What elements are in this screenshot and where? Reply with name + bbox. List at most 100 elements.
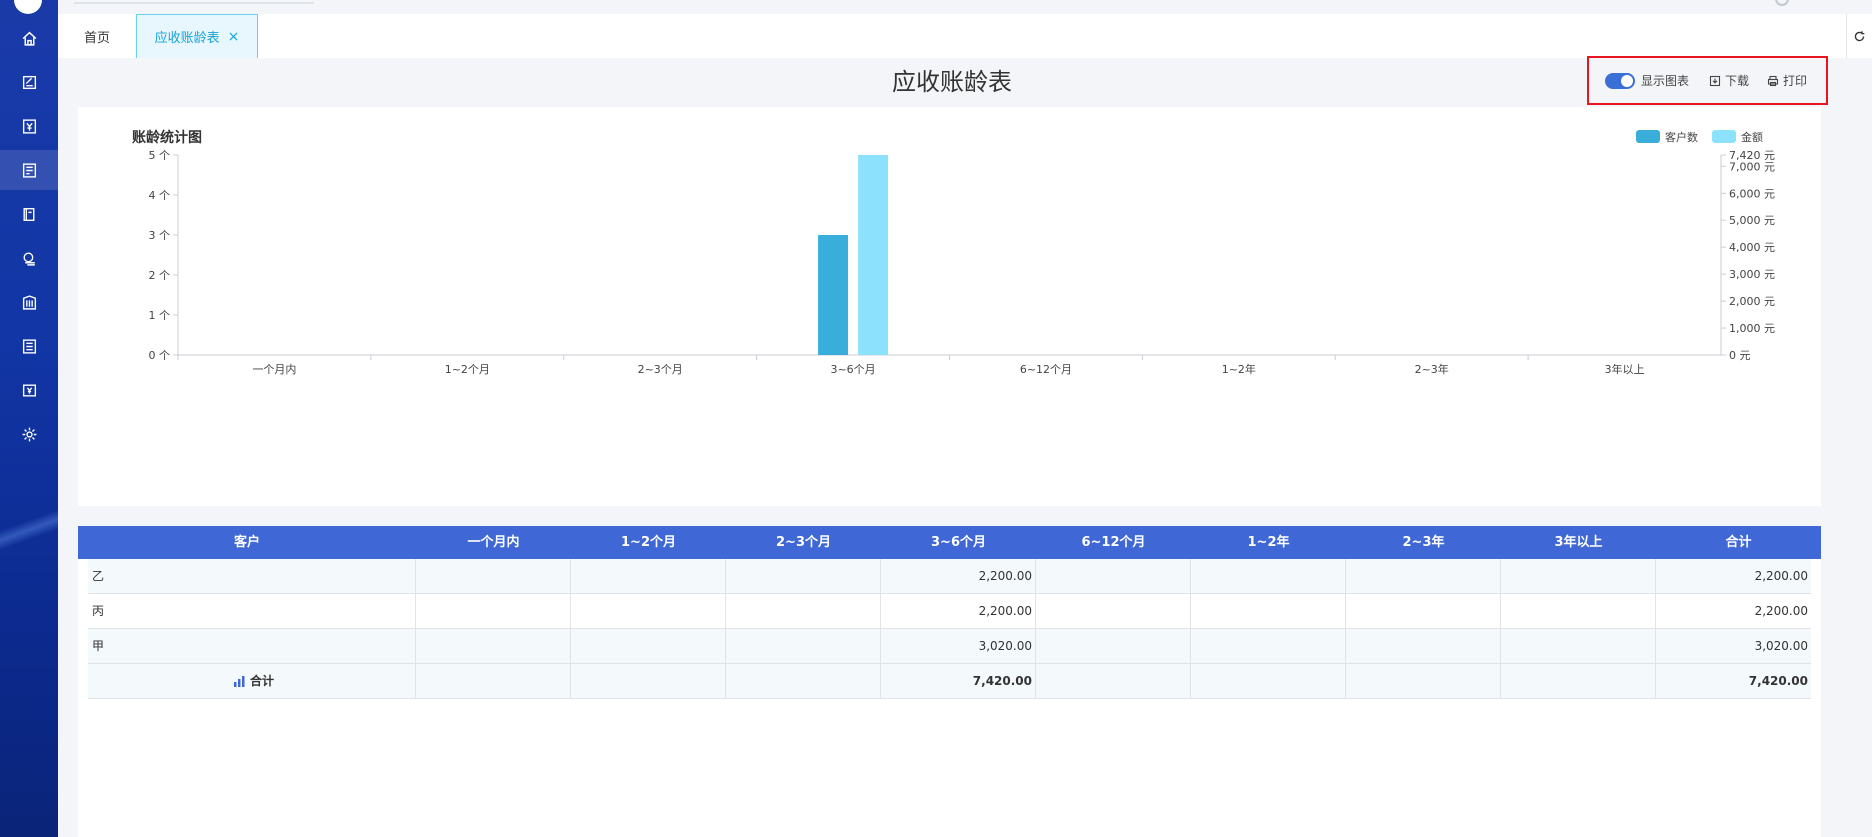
book-icon [22,207,34,221]
nav-bank[interactable] [0,282,58,322]
right-tick-label: 7,420 元 [1729,149,1775,162]
table-row[interactable]: 甲 3,020.00 3,020.00 [88,629,1811,664]
column-header[interactable]: 3年以上 [1501,526,1656,559]
amount-cell [571,594,726,629]
x-tick-label: 1~2年 [1222,362,1256,376]
left-tick-label: 1 个 [149,309,171,322]
amount-cell: 7,420.00 [1748,674,1808,688]
nav-home[interactable] [0,18,58,58]
legend-swatch [1636,130,1660,143]
amount-cell: 3,020.00 [881,629,1036,664]
left-tick-label: 5 个 [149,149,171,162]
sidebar-decoration [0,490,58,570]
coins-icon [22,251,35,266]
amount-cell [1191,664,1346,699]
tab-home-label: 首页 [83,30,110,46]
amount-cell [726,664,881,699]
column-header[interactable]: 6~12个月 [1036,526,1191,559]
amount-cell [1346,629,1501,664]
left-tick-label: 2 个 [149,269,171,282]
tab-aging-report[interactable]: 应收账龄表 × [136,14,258,58]
left-tick-label: 0 个 [149,349,171,362]
nav-tax[interactable] [0,370,58,410]
sidebar [0,0,58,837]
amount-cell [571,629,726,664]
nav-finance[interactable] [0,106,58,146]
column-header[interactable]: 合计 [1656,526,1821,559]
amount-cell [1346,664,1501,699]
amount-cell [416,559,571,594]
chart-panel: 账龄统计图 0 个1 个2 个3 个4 个5 个0 元 1,000 元 2,000 … [78,107,1821,506]
bar-amount [858,155,889,355]
download-icon [1709,75,1721,86]
amount-cell [1191,594,1346,629]
x-tick-label: 1~2个月 [445,363,490,376]
amount-cell [1501,664,1656,699]
customer-cell: 乙 [88,559,416,594]
amount-cell [726,559,881,594]
column-header[interactable]: 2~3个月 [726,526,881,559]
right-tick-label: 6,000 元 [1729,187,1775,200]
amount-cell [1191,559,1346,594]
nav-voucher[interactable] [0,62,58,102]
report-icon [22,162,36,178]
user-avatar[interactable] [1775,0,1789,6]
amount-cell [1036,594,1191,629]
amount-cell [416,594,571,629]
amount-cell: 2,200.00 [881,594,1036,629]
amount-cell [726,629,881,664]
tax-icon [22,383,36,397]
table-row[interactable]: 乙 2,200.00 2,200.00 [88,559,1811,594]
column-header[interactable]: 客户 [78,526,416,559]
bar-customer-count [818,235,849,355]
nav-reports[interactable] [0,150,58,190]
refresh-button[interactable] [1846,14,1872,58]
column-header[interactable]: 1~2个月 [571,526,726,559]
gear-icon [22,427,36,441]
customer-cell: 甲 [88,629,416,664]
column-header[interactable]: 2~3年 [1346,526,1501,559]
building-icon [22,294,36,310]
nav-books[interactable] [0,194,58,234]
amount-cell: 2,200.00 [1754,569,1808,583]
tab-bar: 首页 应收账龄表 × [58,14,1846,58]
amount-cell [571,664,726,699]
home-icon [22,31,36,46]
column-header[interactable]: 1~2年 [1191,526,1346,559]
nav-invoice[interactable] [0,326,58,366]
column-header[interactable]: 一个月内 [416,526,571,559]
column-header[interactable]: 3~6个月 [881,526,1036,559]
download-button[interactable]: 下载 [1709,72,1749,89]
yen-doc-icon [22,118,36,134]
tab-home[interactable]: 首页 [58,14,136,58]
amount-cell [1036,629,1191,664]
table-row[interactable]: 丙 2,200.00 2,200.00 [88,594,1811,629]
right-tick-label: 1,000 元 [1729,322,1775,335]
amount-cell: 7,420.00 [881,664,1036,699]
x-tick-label: 一个月内 [252,362,296,376]
show-chart-toggle[interactable] [1605,72,1635,89]
print-button[interactable]: 打印 [1767,72,1807,89]
legend-swatch [1712,130,1736,143]
x-tick-label: 3~6个月 [830,363,875,376]
legend-label: 客户数 [1665,130,1698,144]
top-strip [58,0,1872,14]
amount-cell: 3,020.00 [1754,639,1808,653]
right-tick-label: 2,000 元 [1729,295,1775,308]
close-icon[interactable]: × [228,29,240,45]
bar-chart-icon [233,676,245,687]
amount-cell [1501,559,1656,594]
amount-cell [571,559,726,594]
right-tick-label: 0 元 [1729,349,1751,362]
x-tick-label: 6~12个月 [1020,363,1072,376]
amount-cell [1346,594,1501,629]
table-total-row[interactable]: 合计 7,420.00 7,420.00 [88,664,1811,699]
legend-label: 金额 [1741,130,1763,144]
right-tick-label: 4,000 元 [1729,241,1775,254]
nav-settings[interactable] [0,414,58,454]
left-tick-label: 3 个 [149,229,171,242]
right-tick-label: 3,000 元 [1729,268,1775,281]
right-tick-label: 7,000 元 [1729,160,1775,173]
customer-cell: 丙 [88,594,416,629]
nav-assets[interactable] [0,238,58,278]
